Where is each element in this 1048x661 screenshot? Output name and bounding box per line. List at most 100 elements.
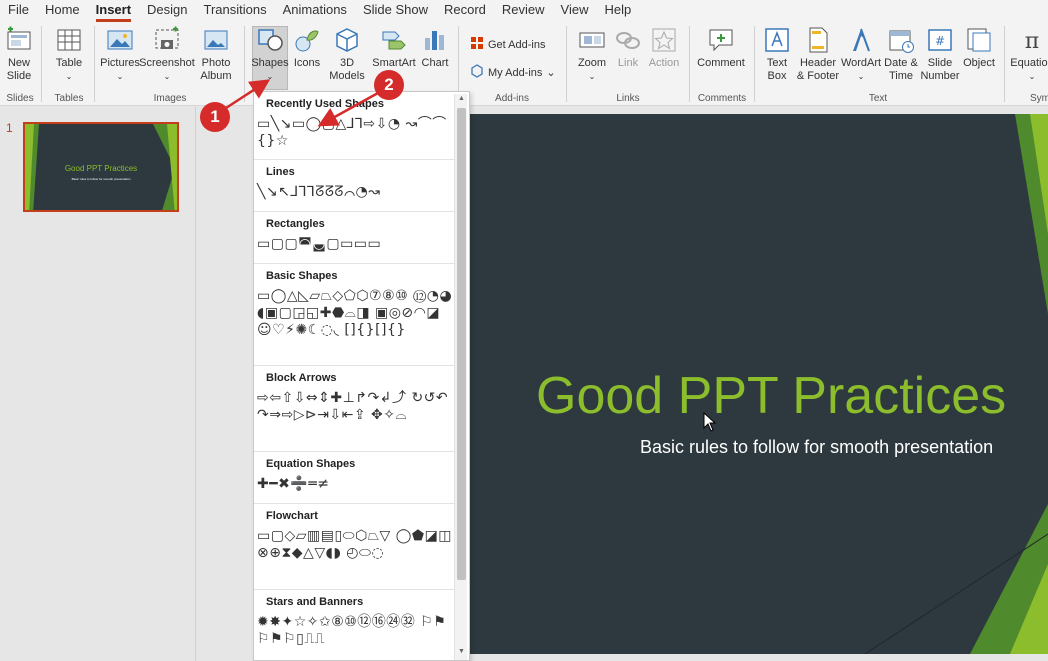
tab-slide-show[interactable]: Slide Show (355, 0, 436, 22)
header-footer-button[interactable]: Header & Footer (795, 26, 841, 83)
tab-help[interactable]: Help (596, 0, 639, 22)
category-title: Flowchart (266, 510, 318, 522)
shapes-button[interactable]: Shapes ⌄ (251, 26, 289, 83)
scroll-up-icon[interactable]: ▲ (457, 95, 466, 105)
powerpoint-window: File Home Insert Design Transitions Anim… (0, 0, 1048, 661)
object-label: Object (963, 57, 995, 69)
category-title: Stars and Banners (266, 596, 364, 608)
divider (94, 26, 95, 102)
lines-shapes-row[interactable]: ╲↘↖⅃⅂⅂ᘔᘔᘔ⌒◔↝ (257, 184, 455, 201)
header-footer-label: Header (799, 57, 837, 69)
group-label-addins: Add-ins (495, 93, 529, 104)
object-button[interactable]: Object (961, 26, 997, 70)
table-icon (55, 26, 83, 54)
pi-icon: π (1018, 26, 1046, 54)
category-title: Rectangles (266, 218, 325, 230)
3d-models-label: 3D (339, 57, 355, 69)
link-label: Link (617, 57, 639, 69)
slide-number-label-2: Number (920, 70, 960, 82)
screenshot-button[interactable]: Screenshot ⌄ (139, 26, 195, 83)
comment-button[interactable]: Comment (696, 26, 746, 70)
block-arrows-grid[interactable]: ⇨⇦⇧⇩⇔⇕✚⊥↱↷↲⤴ ↻↺↶↷⇒⇨▷⊳⇥⇩⇤⇪ ✥✧⌓ (257, 390, 455, 424)
zoom-button[interactable]: Zoom ⌄ (575, 26, 609, 83)
slide-title[interactable]: Good PPT Practices (536, 366, 1006, 426)
shapes-gallery-dropdown[interactable]: Recently Used Shapes ▭╲↘▭◯▢△⅃⅂⇨⇩◔ ↝⌒⌒{}☆… (253, 91, 470, 661)
tab-animations[interactable]: Animations (275, 0, 355, 22)
flowchart-grid[interactable]: ▭▢◇▱▥▤▯⬭⬡⏢▽ ◯⬟◪◫⊗⊕⧗◆△▽◖◗ ◴⬭◌ (257, 528, 455, 562)
slide-number-button[interactable]: # Slide Number (920, 26, 960, 83)
action-label: Action (648, 57, 680, 69)
category-title: Recently Used Shapes (266, 98, 384, 110)
my-addins-button[interactable]: My Add-ins ⌄ (470, 64, 556, 81)
icons-button[interactable]: Icons (291, 26, 323, 70)
stars-banners-grid[interactable]: ✹✸✦☆✧✩⑧⑩⑫⑯㉔㉜ ⚐⚑⚐⚑⚐▯⎍⎍ (257, 614, 455, 648)
pictures-button[interactable]: Pictures ⌄ (100, 26, 140, 83)
date-time-label-2: Time (888, 70, 914, 82)
basic-shapes-grid[interactable]: ▭◯△◺▱⏢◇⬠⬡⑦⑧⑩ ⑫◔◕◖▣▢◲◱✚⬣⌓◨ ▣◎⊘◠◪☺♡⚡✺☾◌◟ [… (257, 288, 455, 339)
divider (1004, 26, 1005, 102)
thumbnail-title: Good PPT Practices (64, 164, 138, 173)
zoom-label: Zoom (577, 57, 607, 69)
tab-insert[interactable]: Insert (88, 0, 139, 22)
slide-canvas[interactable]: Good PPT Practices Basic rules to follow… (470, 114, 1048, 654)
thumbnail-subtitle: Basic rules to follow for smooth present… (71, 177, 131, 181)
chevron-down-icon: ⌄ (163, 72, 171, 81)
svg-text:#: # (935, 34, 945, 48)
equation-button[interactable]: π Equation ⌄ (1010, 26, 1048, 83)
3d-models-button[interactable]: 3D Models (326, 26, 368, 83)
category-title: Block Arrows (266, 372, 337, 384)
shapes-category-equation: Equation Shapes ✚━✖➗═≠ (254, 452, 455, 504)
date-time-button[interactable]: Date & Time (883, 26, 919, 83)
tab-file[interactable]: File (0, 0, 37, 22)
header-footer-label-2: & Footer (796, 70, 840, 82)
rectangles-shapes-row[interactable]: ▭▢▢◚◛▢▭▭▭ (257, 236, 455, 253)
screenshot-icon (153, 26, 181, 54)
screenshot-label: Screenshot (139, 57, 195, 69)
slide-number-indicator: 1 (6, 121, 13, 135)
chevron-down-icon: ⌄ (116, 72, 124, 81)
photo-album-label: Photo (201, 57, 231, 69)
wordart-icon (847, 26, 875, 54)
tab-view[interactable]: View (553, 0, 597, 22)
wordart-button[interactable]: WordArt ⌄ (841, 26, 881, 83)
scroll-down-icon[interactable]: ▼ (457, 648, 466, 658)
action-button[interactable]: Action (647, 26, 681, 70)
tab-transitions[interactable]: Transitions (196, 0, 275, 22)
group-label-images: Images (153, 93, 187, 104)
equation-shapes-row[interactable]: ✚━✖➗═≠ (257, 476, 455, 493)
category-title: Lines (266, 166, 295, 178)
chart-icon (421, 26, 449, 54)
shapes-category-basic: Basic Shapes ▭◯△◺▱⏢◇⬠⬡⑦⑧⑩ ⑫◔◕◖▣▢◲◱✚⬣⌓◨ ▣… (254, 264, 455, 366)
link-icon (614, 26, 642, 54)
slide-thumbnail[interactable]: Good PPT Practices Basic rules to follow… (23, 122, 179, 212)
zoom-icon (578, 26, 606, 54)
store-icon (470, 36, 484, 53)
tab-home[interactable]: Home (37, 0, 88, 22)
menu-bar: File Home Insert Design Transitions Anim… (0, 0, 1048, 22)
equation-label: Equation (1010, 57, 1048, 69)
tab-review[interactable]: Review (494, 0, 553, 22)
recent-shapes-row[interactable]: ▭╲↘▭◯▢△⅃⅂⇨⇩◔ ↝⌒⌒{}☆ (257, 116, 455, 150)
smartart-button[interactable]: SmartArt (372, 26, 416, 70)
slide-subtitle[interactable]: Basic rules to follow for smooth present… (640, 437, 993, 458)
dropdown-scrollbar[interactable]: ▲ ▼ (454, 94, 467, 660)
table-button[interactable]: Table ⌄ (52, 26, 86, 83)
icons-label: Icons (293, 57, 321, 69)
header-footer-icon (804, 26, 832, 54)
get-addins-button[interactable]: Get Add-ins (470, 36, 545, 53)
photo-album-button[interactable]: Photo Album (196, 26, 236, 83)
tab-record[interactable]: Record (436, 0, 494, 22)
tab-design[interactable]: Design (139, 0, 195, 22)
chart-button[interactable]: Chart (419, 26, 451, 70)
shapes-label: Shapes (251, 57, 289, 69)
link-button[interactable]: Link (613, 26, 643, 70)
divider (689, 26, 690, 102)
scrollbar-thumb[interactable] (457, 108, 466, 580)
chevron-down-icon: ⌄ (588, 72, 596, 81)
group-label-text: Text (868, 93, 888, 104)
table-label: Table (55, 57, 83, 69)
annotation-marker-2: 2 (374, 70, 404, 100)
category-title: Equation Shapes (266, 458, 356, 470)
new-slide-button[interactable]: New Slide (4, 26, 34, 83)
text-box-button[interactable]: Text Box (762, 26, 792, 83)
